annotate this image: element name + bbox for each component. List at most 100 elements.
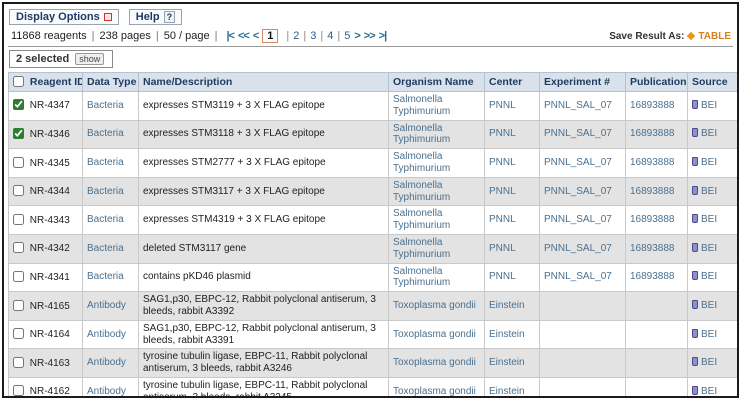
data-type-link[interactable]: Bacteria	[87, 157, 124, 168]
data-type-link[interactable]: Bacteria	[87, 271, 124, 282]
pagination-page-link[interactable]: 2	[293, 30, 299, 42]
experiment-link[interactable]: PNNL_SAL_07	[544, 243, 612, 254]
show-selected-button[interactable]: show	[75, 53, 104, 65]
pagination-page-link[interactable]: 3	[310, 30, 316, 42]
center-link[interactable]: PNNL	[489, 271, 516, 282]
col-header-reagent-id[interactable]: Reagent ID	[9, 73, 83, 92]
center-link[interactable]: Einstein	[489, 300, 525, 311]
first-page-button[interactable]: |<	[226, 30, 234, 42]
table-row: NR-4341 Bacteria contains pKD46 plasmid …	[9, 263, 738, 292]
source-link[interactable]: BEI	[701, 157, 717, 168]
reagent-description: expresses STM3119 + 3 X FLAG epitope	[143, 100, 325, 111]
col-header-experiment[interactable]: Experiment #	[540, 73, 626, 92]
source-link[interactable]: BEI	[701, 271, 717, 282]
publication-link[interactable]: 16893888	[630, 128, 675, 139]
fast-next-button[interactable]: >>	[364, 30, 375, 42]
source-link[interactable]: BEI	[701, 300, 717, 311]
prev-page-button[interactable]: <	[253, 30, 258, 42]
source-link[interactable]: BEI	[701, 386, 717, 397]
reagent-id: NR-4341	[30, 272, 70, 283]
row-checkbox[interactable]	[13, 385, 24, 396]
row-checkbox[interactable]	[13, 357, 24, 368]
source-link[interactable]: BEI	[701, 243, 717, 254]
publication-link[interactable]: 16893888	[630, 214, 675, 225]
row-checkbox[interactable]	[13, 185, 24, 196]
center-link[interactable]: PNNL	[489, 100, 516, 111]
data-type-link[interactable]: Antibody	[87, 300, 126, 311]
experiment-link[interactable]: PNNL_SAL_07	[544, 100, 612, 111]
table-row: NR-4162 Antibody tyrosine tubulin ligase…	[9, 377, 738, 398]
row-checkbox[interactable]	[13, 157, 24, 168]
toolbar: Display Options Help ?	[9, 9, 732, 25]
organism-link[interactable]: Toxoplasma gondii	[393, 357, 476, 368]
data-type-link[interactable]: Bacteria	[87, 186, 124, 197]
center-link[interactable]: Einstein	[489, 357, 525, 368]
last-page-button[interactable]: >|	[379, 30, 387, 42]
source-link[interactable]: BEI	[701, 128, 717, 139]
source-link[interactable]: BEI	[701, 214, 717, 225]
center-link[interactable]: PNNL	[489, 157, 516, 168]
organism-link[interactable]: Toxoplasma gondii	[393, 300, 476, 311]
row-checkbox[interactable]	[13, 242, 24, 253]
fast-prev-button[interactable]: <<	[238, 30, 249, 42]
data-type-link[interactable]: Bacteria	[87, 243, 124, 254]
organism-link[interactable]: Salmonella Typhimurium	[393, 266, 450, 289]
organism-link[interactable]: Salmonella Typhimurium	[393, 180, 450, 203]
col-header-source[interactable]: Source	[688, 73, 738, 92]
experiment-link[interactable]: PNNL_SAL_07	[544, 214, 612, 225]
experiment-link[interactable]: PNNL_SAL_07	[544, 271, 612, 282]
source-link[interactable]: BEI	[701, 357, 717, 368]
save-as-table-link[interactable]: TABLE	[698, 31, 731, 42]
organism-link[interactable]: Toxoplasma gondii	[393, 386, 476, 397]
data-type-link[interactable]: Bacteria	[87, 214, 124, 225]
organism-link[interactable]: Toxoplasma gondii	[393, 329, 476, 340]
center-link[interactable]: PNNL	[489, 186, 516, 197]
display-options-button[interactable]: Display Options	[9, 9, 119, 25]
data-type-link[interactable]: Antibody	[87, 329, 126, 340]
source-link[interactable]: BEI	[701, 329, 717, 340]
organism-link[interactable]: Salmonella Typhimurium	[393, 208, 450, 231]
row-checkbox[interactable]	[13, 99, 24, 110]
center-link[interactable]: PNNL	[489, 243, 516, 254]
data-type-link[interactable]: Bacteria	[87, 100, 124, 111]
col-header-organism-name[interactable]: Organism Name	[389, 73, 485, 92]
data-type-link[interactable]: Bacteria	[87, 128, 124, 139]
table-row: NR-4346 Bacteria expresses STM3118 + 3 X…	[9, 120, 738, 149]
publication-link[interactable]: 16893888	[630, 186, 675, 197]
col-header-data-type[interactable]: Data Type	[83, 73, 139, 92]
center-link[interactable]: PNNL	[489, 214, 516, 225]
source-link[interactable]: BEI	[701, 186, 717, 197]
center-link[interactable]: Einstein	[489, 386, 525, 397]
data-type-link[interactable]: Antibody	[87, 386, 126, 397]
center-link[interactable]: Einstein	[489, 329, 525, 340]
experiment-link[interactable]: PNNL_SAL_07	[544, 186, 612, 197]
center-link[interactable]: PNNL	[489, 128, 516, 139]
row-checkbox[interactable]	[13, 271, 24, 282]
select-all-checkbox[interactable]	[13, 76, 24, 87]
pagination-separator: |	[286, 30, 289, 42]
source-link[interactable]: BEI	[701, 100, 717, 111]
publication-link[interactable]: 16893888	[630, 157, 675, 168]
col-header-center[interactable]: Center	[485, 73, 540, 92]
pagination-page-link[interactable]: 4	[327, 30, 333, 42]
organism-link[interactable]: Salmonella Typhimurium	[393, 151, 450, 174]
experiment-link[interactable]: PNNL_SAL_07	[544, 157, 612, 168]
help-button[interactable]: Help ?	[129, 9, 182, 25]
row-checkbox[interactable]	[13, 128, 24, 139]
row-checkbox[interactable]	[13, 300, 24, 311]
publication-link[interactable]: 16893888	[630, 100, 675, 111]
next-page-button[interactable]: >	[354, 30, 359, 42]
reagent-id: NR-4347	[30, 100, 70, 111]
organism-link[interactable]: Salmonella Typhimurium	[393, 94, 450, 117]
organism-link[interactable]: Salmonella Typhimurium	[393, 237, 450, 260]
publication-link[interactable]: 16893888	[630, 271, 675, 282]
experiment-link[interactable]: PNNL_SAL_07	[544, 128, 612, 139]
organism-link[interactable]: Salmonella Typhimurium	[393, 123, 450, 146]
col-header-publication[interactable]: Publication	[626, 73, 688, 92]
pagination-page-link[interactable]: 5	[344, 30, 350, 42]
data-type-link[interactable]: Antibody	[87, 357, 126, 368]
row-checkbox[interactable]	[13, 214, 24, 225]
row-checkbox[interactable]	[13, 328, 24, 339]
col-header-name-description[interactable]: Name/Description	[139, 73, 389, 92]
publication-link[interactable]: 16893888	[630, 243, 675, 254]
